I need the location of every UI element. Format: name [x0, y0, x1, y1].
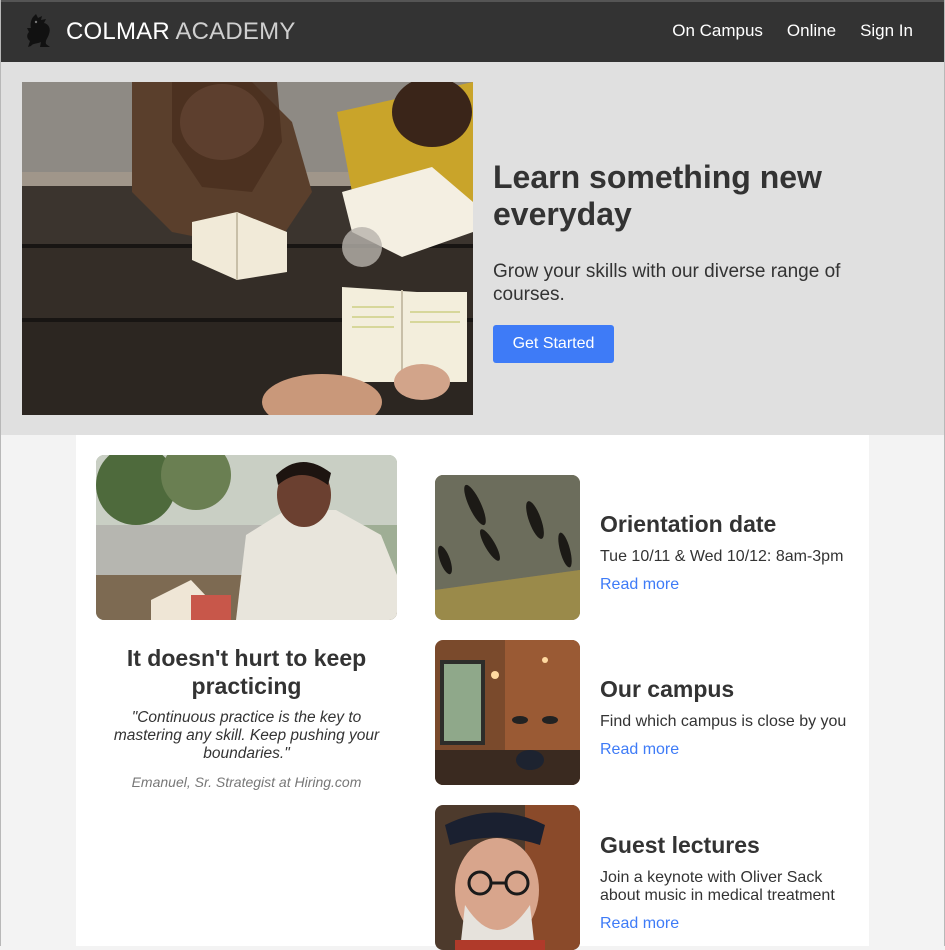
event-card-campus: Our campus Find which campus is close by…	[435, 640, 855, 785]
event-title-campus: Our campus	[600, 676, 735, 702]
nav-link-online[interactable]: Online	[787, 21, 836, 41]
testimonial-quote: "Continuous practice is the key to maste…	[113, 709, 380, 762]
event-image-campus	[435, 640, 580, 785]
nav-link-on-campus[interactable]: On Campus	[672, 21, 763, 41]
event-image-orientation	[435, 475, 580, 620]
event-title-lectures: Guest lectures	[600, 832, 760, 858]
get-started-button[interactable]: Get Started	[493, 325, 614, 363]
brand-primary: COLMAR	[66, 18, 170, 45]
brand-secondary: ACADEMY	[175, 18, 296, 45]
testimonial-title: It doesn't hurt to keep practicing	[126, 645, 367, 699]
main-content: It doesn't hurt to keep practicing "Cont…	[76, 435, 869, 950]
hero-section: Learn something new everyday Grow your s…	[1, 62, 944, 435]
brand-logo-text[interactable]: COLMAR ACADEMY	[66, 18, 296, 46]
top-navbar: COLMAR ACADEMY On Campus Online Sign In	[1, 0, 944, 62]
event-desc-orientation: Tue 10/11 & Wed 10/12: 8am-3pm	[600, 548, 844, 565]
hero-title: Learn something new everyday	[493, 159, 822, 232]
event-desc-lectures: Join a keynote with Oliver Sack about mu…	[600, 869, 835, 904]
nav-links: On Campus Online Sign In	[672, 21, 913, 41]
read-more-link-orientation[interactable]: Read more	[600, 576, 679, 594]
read-more-link-campus[interactable]: Read more	[600, 741, 679, 759]
event-title-orientation: Orientation date	[600, 511, 777, 537]
event-card-lectures: Guest lectures Join a keynote with Olive…	[435, 805, 855, 950]
event-image-lectures	[435, 805, 580, 950]
testimonial-image	[96, 455, 397, 620]
nav-link-sign-in[interactable]: Sign In	[860, 21, 913, 41]
testimonial-author: Emanuel, Sr. Strategist at Hiring.com	[131, 774, 362, 790]
event-card-orientation: Orientation date Tue 10/11 & Wed 10/12: …	[435, 475, 855, 620]
hero-image	[22, 82, 473, 415]
hero-subtitle: Grow your skills with our diverse range …	[493, 261, 841, 305]
read-more-link-lectures[interactable]: Read more	[600, 915, 679, 933]
griffin-icon[interactable]	[25, 14, 53, 48]
event-desc-campus: Find which campus is close by you	[600, 713, 847, 730]
